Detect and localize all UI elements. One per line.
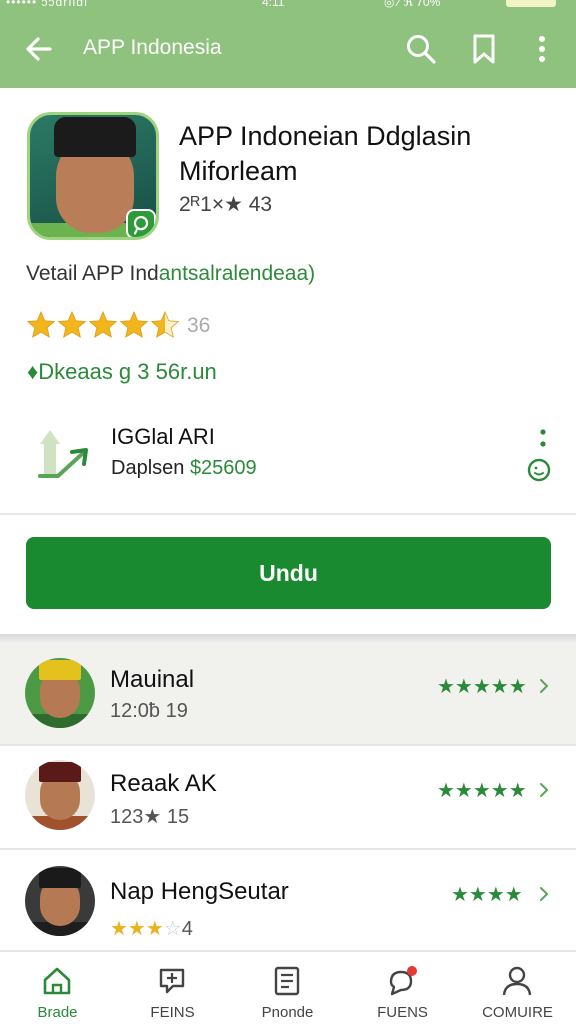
list-item[interactable]: Mauinal 12:0ƀ 19 ★★★★★ [0,644,576,744]
page-title: APP Indonesia [83,36,222,59]
smiley-icon[interactable] [527,458,551,482]
status-indicators: ◎ ⁄ ℜ 70% [384,0,441,9]
person-icon [502,966,532,996]
review-stars: ★★★★★ [437,780,527,802]
review-stars: ★★★★ [451,884,523,906]
reviewer-rating: ★★★☆4 [110,918,193,940]
nav-item-fuens[interactable]: FUENS [345,952,460,1024]
star-filled-icon [57,310,87,338]
status-carrier: •••••• ɔɔɑrılɑı [6,0,89,9]
bottom-navigation: Brade FEINS Pnonde FUENS COMUIRE [0,950,576,1024]
app-meta: 2ᴿ1×★ 43 [179,193,273,216]
document-icon [274,966,300,996]
status-time: 4:11 [262,0,285,9]
star-filled-icon [88,310,118,338]
download-count: ♦Dkeaas g 3 56r.un [27,359,217,384]
nav-item-feins[interactable]: FEINS [115,952,230,1024]
status-bar: •••••• ɔɔɑrılɑı 4:11 ◎ ⁄ ℜ 70% [0,0,576,12]
review-list: Mauinal 12:0ƀ 19 ★★★★★ Reaak AK 123★ 15 … [0,644,576,950]
nav-item-comuire[interactable]: COMUIRE [460,952,575,1024]
more-vert-icon[interactable] [525,32,559,66]
developer-row[interactable]: IGGlal ARI Daplsen $25609 [0,418,576,514]
rating-stars [26,309,181,341]
divider [0,513,576,515]
chevron-right-icon[interactable] [537,884,551,904]
list-item[interactable]: Nap HengSeutar ★★★☆4 ★★★★ [0,850,576,950]
chevron-right-icon[interactable] [537,676,551,696]
app-badge-icon [126,209,156,237]
reviewer-meta: 12:0ƀ 19 [110,700,188,722]
battery-icon [506,0,556,7]
bookmark-icon[interactable] [467,32,501,66]
avatar [25,760,95,830]
app-icon [27,112,159,240]
section-separator [0,634,576,644]
rating-count: 36 [187,314,211,337]
star-filled-icon [26,310,56,338]
back-arrow-icon[interactable] [22,32,56,66]
search-icon[interactable] [404,32,438,66]
review-stars: ★★★★★ [437,676,527,698]
reviewer-meta: 123★ 15 [110,806,190,828]
app-subtitle: Vetail APP Indantsalralendeaa) [26,262,316,285]
chat-bubble-icon [389,966,417,996]
reviewer-name: Reaak AK [110,770,217,797]
nav-item-home[interactable]: Brade [0,952,115,1024]
avatar [25,658,95,728]
avatar [25,866,95,936]
install-button[interactable]: Undu [26,537,551,609]
home-icon [43,967,71,995]
more-dots-icon[interactable] [535,428,551,450]
trending-up-icon [38,430,88,478]
app-bar: APP Indonesia [0,12,576,88]
chevron-right-icon[interactable] [537,780,551,800]
app-name: APP Indoneian Ddglasin Miforleam [179,121,472,186]
reviewer-name: Nap HengSeutar [110,878,289,905]
notification-dot [407,966,417,976]
star-half-icon [150,310,180,338]
reviewer-name: Mauinal [110,666,195,693]
nav-item-pnonde[interactable]: Pnonde [230,952,345,1024]
developer-price: Daplsen $25609 [111,457,257,479]
flag-icon [159,968,185,994]
star-filled-icon [119,310,149,338]
developer-name: IGGlal ARI [111,424,215,449]
list-item[interactable]: Reaak AK 123★ 15 ★★★★★ [0,746,576,846]
